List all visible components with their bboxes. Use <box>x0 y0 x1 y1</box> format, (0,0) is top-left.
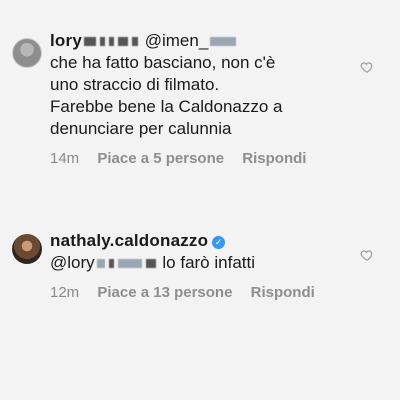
heart-icon[interactable] <box>360 60 374 74</box>
heart-icon[interactable] <box>360 248 374 262</box>
reply-button[interactable]: Rispondi <box>242 150 306 167</box>
comment-meta: 14m Piace a 5 persone Rispondi <box>50 150 350 167</box>
redacted-username-part <box>83 37 96 47</box>
reply-button[interactable]: Rispondi <box>251 284 315 301</box>
comment-body: lory @imen_ che ha fatto basciano, non c… <box>50 30 350 167</box>
comment-time: 12m <box>50 284 80 301</box>
comment-meta: 12m Piace a 13 persone Rispondi <box>50 284 350 301</box>
comment-likes-link[interactable]: Piace a 13 persone <box>97 284 232 301</box>
redacted-username-part <box>131 37 138 47</box>
comment-header: nathaly.caldonazzo ✓ <box>50 230 350 252</box>
redacted-mention-part <box>210 37 237 47</box>
comment-text-line: che ha fatto basciano, non c'è <box>50 53 276 72</box>
comment-time: 14m <box>50 150 80 167</box>
comment-text-line: uno straccio di filmato. <box>50 75 220 94</box>
redacted-username-part <box>117 37 128 47</box>
comment-text-line: lo farò infatti <box>162 253 255 272</box>
redacted-mention-part <box>108 259 114 269</box>
comment-mention[interactable]: @imen_ <box>145 31 209 50</box>
comment-header: lory @imen_ <box>50 30 350 52</box>
comments-screen: lory @imen_ che ha fatto basciano, non c… <box>0 0 400 400</box>
comment-mention[interactable]: @lory <box>50 253 95 272</box>
comment-likes-link[interactable]: Piace a 5 persone <box>97 150 224 167</box>
redacted-username-part <box>108 37 114 47</box>
comment-body: nathaly.caldonazzo ✓ @lory lo farò infatt… <box>50 230 350 301</box>
avatar[interactable] <box>12 38 42 68</box>
redacted-mention-part <box>145 259 156 269</box>
comment-text: che ha fatto basciano, non c'è uno strac… <box>50 52 350 140</box>
redacted-mention-part <box>96 259 105 269</box>
redacted-mention-part <box>117 259 142 269</box>
comment-text-line: denunciare per calunnia <box>50 119 232 138</box>
comment-text: @lory lo farò infatti <box>50 252 350 274</box>
redacted-username-part <box>99 37 105 47</box>
comment-username[interactable]: nathaly.caldonazzo <box>50 231 208 250</box>
comment-username[interactable]: lory <box>50 31 82 50</box>
verified-badge-icon: ✓ <box>212 236 226 249</box>
comment-text-line: Farebbe bene la Caldonazzo a <box>50 97 283 116</box>
avatar[interactable] <box>12 234 42 264</box>
